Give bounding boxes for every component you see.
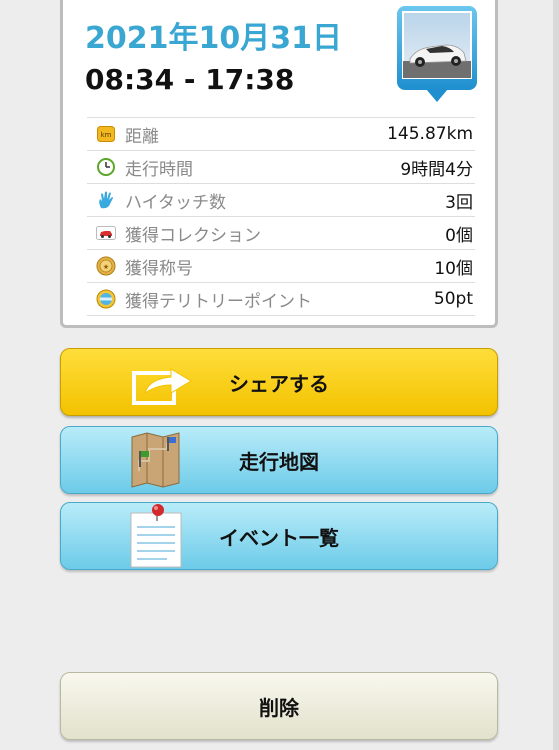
stat-label: 獲得コレクション <box>125 225 261 246</box>
stat-value: 0個 <box>445 225 473 246</box>
high-five-hand-icon <box>95 189 117 211</box>
screen-edge <box>553 0 559 750</box>
folded-map-icon <box>131 432 180 488</box>
clock-icon <box>95 156 117 178</box>
trip-summary-card: 2021年10月31日 08:34 - 17:38 km 距離 145.87km <box>60 0 498 328</box>
stat-value: 50pt <box>433 289 473 309</box>
share-button-label: シェアする <box>229 371 329 396</box>
stat-row-territory-points: 獲得テリトリーポイント 50pt <box>87 282 475 316</box>
delete-button-label: 削除 <box>259 695 299 720</box>
stat-row-titles: ★ 獲得称号 10個 <box>87 249 475 282</box>
svg-text:km: km <box>101 131 112 139</box>
stat-label: 獲得テリトリーポイント <box>125 291 312 312</box>
stat-label: 獲得称号 <box>125 258 193 279</box>
territory-point-icon <box>95 288 117 310</box>
stat-label: ハイタッチ数 <box>125 192 226 213</box>
stat-row-collection: 獲得コレクション 0個 <box>87 216 475 249</box>
stat-row-drive-time: 走行時間 9時間4分 <box>87 150 475 183</box>
pinned-memo-icon <box>130 504 182 568</box>
stat-label: 距離 <box>125 126 159 147</box>
svg-text:★: ★ <box>103 263 109 271</box>
km-badge-icon: km <box>95 123 117 145</box>
event-list-button-label: イベント一覧 <box>219 525 339 550</box>
gold-medal-icon: ★ <box>95 255 117 277</box>
stat-value: 10個 <box>434 258 473 279</box>
car-photo-pin-icon[interactable] <box>396 5 478 110</box>
drive-map-button-label: 走行地図 <box>239 449 319 474</box>
stat-row-high-touch: ハイタッチ数 3回 <box>87 183 475 216</box>
trip-time-range: 08:34 - 17:38 <box>85 63 295 96</box>
stat-value: 145.87km <box>387 124 473 144</box>
stat-value: 9時間4分 <box>400 159 473 180</box>
stat-label: 走行時間 <box>125 159 193 180</box>
delete-button[interactable]: 削除 <box>60 672 498 740</box>
stat-value: 3回 <box>445 192 473 213</box>
event-list-button[interactable]: イベント一覧 <box>60 502 498 570</box>
trip-date: 2021年10月31日 <box>85 21 342 56</box>
stat-row-distance: km 距離 145.87km <box>87 117 475 150</box>
share-arrow-icon <box>132 368 192 405</box>
share-button[interactable]: シェアする <box>60 348 498 416</box>
drive-map-button[interactable]: 走行地図 <box>60 426 498 494</box>
car-card-icon <box>95 222 117 244</box>
stats-list: km 距離 145.87km 走行時間 9時間4分 ハイタッチ数 3回 獲得コレ… <box>87 117 475 316</box>
